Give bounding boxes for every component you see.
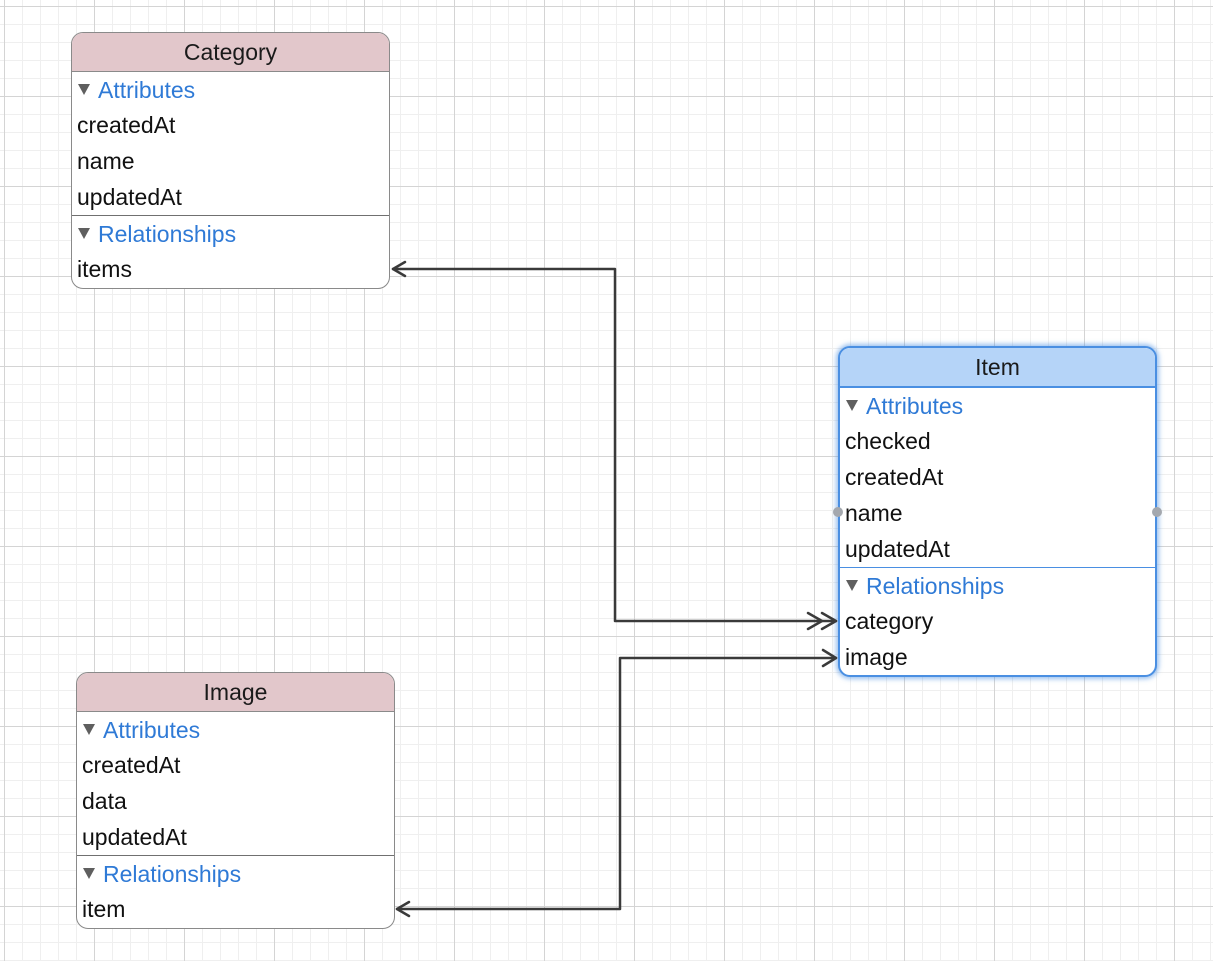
disclosure-triangle-icon [78,84,90,95]
attribute-row[interactable]: createdAt [77,747,394,783]
relationships-section: Relationships category image [840,567,1155,675]
relationships-label: Relationships [98,221,237,247]
attribute-row[interactable]: checked [840,423,1155,459]
disclosure-triangle-icon [83,868,95,879]
relationships-label: Relationships [103,861,242,887]
attribute-row[interactable]: updatedAt [77,819,394,855]
entity-image[interactable]: Image Attributes createdAt data updatedA… [76,672,395,929]
entity-title: Category [72,33,389,72]
relationship-row[interactable]: category [840,603,1155,639]
entity-title: Item [840,348,1155,388]
attributes-label: Attributes [866,393,964,419]
arrowhead-to-image [395,900,411,918]
arrowhead-to-category [391,260,407,278]
arrowhead-double-to-item-category [806,611,838,631]
attribute-row[interactable]: data [77,783,394,819]
attribute-row[interactable]: createdAt [72,107,389,143]
relationship-row[interactable]: image [840,639,1155,675]
relationships-toggle[interactable]: Relationships [840,568,1155,603]
entity-category[interactable]: Category Attributes createdAt name updat… [71,32,390,289]
relationships-toggle[interactable]: Relationships [72,216,389,251]
relationships-label: Relationships [866,573,1005,599]
disclosure-triangle-icon [846,400,858,411]
attribute-row[interactable]: updatedAt [72,179,389,215]
resize-handle-right[interactable] [1152,507,1162,517]
connector-category-item[interactable] [391,267,838,623]
relationships-section: Relationships items [72,215,389,287]
relationships-toggle[interactable]: Relationships [77,856,394,891]
model-editor-canvas[interactable]: Category Attributes createdAt name updat… [0,0,1213,961]
attributes-toggle[interactable]: Attributes [77,712,394,747]
attributes-section: Attributes checked createdAt name update… [840,388,1155,567]
attributes-section: Attributes createdAt name updatedAt [72,72,389,215]
attributes-toggle[interactable]: Attributes [72,72,389,107]
attribute-row[interactable]: updatedAt [840,531,1155,567]
disclosure-triangle-icon [78,228,90,239]
disclosure-triangle-icon [846,580,858,591]
attributes-label: Attributes [103,717,201,743]
disclosure-triangle-icon [83,724,95,735]
entity-item[interactable]: Item Attributes checked createdAt name u… [838,346,1157,677]
relationships-section: Relationships item [77,855,394,927]
attribute-row[interactable]: createdAt [840,459,1155,495]
connector-image-item[interactable] [395,656,838,911]
entity-title: Image [77,673,394,712]
attributes-toggle[interactable]: Attributes [840,388,1155,423]
arrowhead-to-item-image [821,648,838,668]
relationship-row[interactable]: item [77,891,394,927]
attributes-section: Attributes createdAt data updatedAt [77,712,394,855]
attributes-label: Attributes [98,77,196,103]
resize-handle-left[interactable] [833,507,843,517]
attribute-row[interactable]: name [72,143,389,179]
relationship-row[interactable]: items [72,251,389,287]
attribute-row[interactable]: name [840,495,1155,531]
